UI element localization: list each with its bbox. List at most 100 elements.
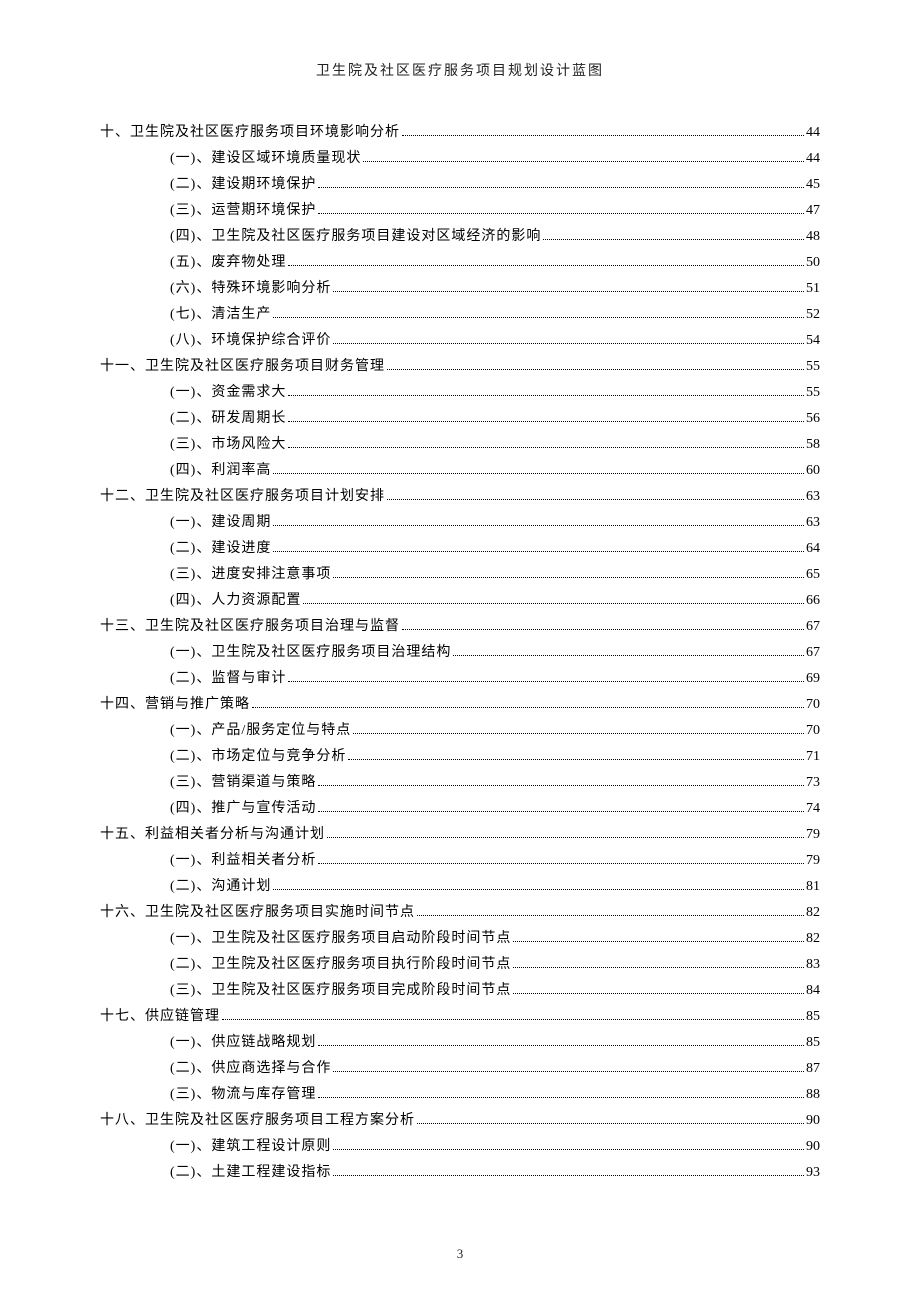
toc-leader-dots (333, 569, 804, 578)
toc-page-number: 63 (806, 516, 820, 530)
toc-entry: (三)、市场风险大 58 (100, 432, 820, 458)
toc-page-number: 90 (806, 1114, 820, 1128)
toc-entry: (一)、利益相关者分析79 (100, 848, 820, 874)
toc-leader-dots (273, 465, 804, 474)
toc-label: (一)、建设区域环境质量现状 (170, 152, 361, 166)
toc-leader-dots (387, 491, 804, 500)
toc-label: (三)、进度安排注意事项 (170, 568, 331, 582)
toc-entry: (二)、沟通计划81 (100, 874, 820, 900)
toc-entry: (六)、特殊环境影响分析51 (100, 276, 820, 302)
toc-leader-dots (252, 699, 804, 708)
toc-entry: (三)、营销渠道与策略73 (100, 770, 820, 796)
toc-leader-dots (318, 803, 804, 812)
toc-label: (三)、卫生院及社区医疗服务项目完成阶段时间节点 (170, 984, 511, 998)
toc-page-number: 58 (806, 438, 820, 452)
toc-entry: (五)、废弃物处理50 (100, 250, 820, 276)
toc-leader-dots (348, 751, 804, 760)
toc-page-number: 87 (806, 1062, 820, 1076)
toc-label: (三)、物流与库存管理 (170, 1088, 316, 1102)
toc-page-number: 85 (806, 1010, 820, 1024)
toc-entry: (一)、建设周期 63 (100, 510, 820, 536)
toc-label: (一)、产品/服务定位与特点 (170, 724, 351, 738)
toc-entry: (一)、产品/服务定位与特点 70 (100, 718, 820, 744)
toc-label: 十八、卫生院及社区医疗服务项目工程方案分析 (100, 1114, 415, 1128)
toc-leader-dots (273, 543, 804, 552)
toc-label: 十七、供应链管理 (100, 1010, 220, 1024)
toc-page-number: 55 (806, 360, 820, 374)
toc-label: 十五、利益相关者分析与沟通计划 (100, 828, 325, 842)
toc-leader-dots (273, 517, 804, 526)
toc-entry: 十一、卫生院及社区医疗服务项目财务管理 55 (100, 354, 820, 380)
toc-page-number: 44 (806, 152, 820, 166)
toc-label: (二)、研发周期长 (170, 412, 286, 426)
toc-page-number: 88 (806, 1088, 820, 1102)
toc-label: 十一、卫生院及社区医疗服务项目财务管理 (100, 360, 385, 374)
toc-entry: (二)、卫生院及社区医疗服务项目执行阶段时间节点83 (100, 952, 820, 978)
page-number: 3 (0, 1246, 920, 1262)
toc-page-number: 85 (806, 1036, 820, 1050)
toc-leader-dots (273, 309, 804, 318)
toc-leader-dots (402, 127, 804, 136)
toc-page-number: 48 (806, 230, 820, 244)
toc-leader-dots (288, 387, 804, 396)
toc-page-number: 81 (806, 880, 820, 894)
toc-leader-dots (222, 1011, 804, 1020)
toc-entry: (三)、卫生院及社区医疗服务项目完成阶段时间节点84 (100, 978, 820, 1004)
toc-label: (三)、运营期环境保护 (170, 204, 316, 218)
toc-entry: 十三、卫生院及社区医疗服务项目治理与监督 67 (100, 614, 820, 640)
toc-leader-dots (333, 1167, 804, 1176)
toc-leader-dots (288, 257, 804, 266)
toc-entry: (二)、市场定位与竞争分析71 (100, 744, 820, 770)
toc-page-number: 54 (806, 334, 820, 348)
toc-label: (八)、环境保护综合评价 (170, 334, 331, 348)
toc-entry: (四)、人力资源配置66 (100, 588, 820, 614)
toc-page-number: 47 (806, 204, 820, 218)
toc-page-number: 69 (806, 672, 820, 686)
toc-leader-dots (333, 283, 804, 292)
toc-label: (二)、土建工程建设指标 (170, 1166, 331, 1180)
toc-leader-dots (543, 231, 804, 240)
toc-label: (四)、卫生院及社区医疗服务项目建设对区域经济的影响 (170, 230, 541, 244)
toc-label: (七)、清洁生产 (170, 308, 271, 322)
toc-page-number: 56 (806, 412, 820, 426)
toc-label: 十三、卫生院及社区医疗服务项目治理与监督 (100, 620, 400, 634)
toc-page-number: 70 (806, 724, 820, 738)
toc-label: (一)、供应链战略规划 (170, 1036, 316, 1050)
toc-leader-dots (453, 647, 804, 656)
toc-entry: (二)、研发周期长 56 (100, 406, 820, 432)
toc-page-number: 65 (806, 568, 820, 582)
toc-page-number: 66 (806, 594, 820, 608)
toc-entry: (八)、环境保护综合评价 54 (100, 328, 820, 354)
toc-page-number: 64 (806, 542, 820, 556)
toc-entry: 十八、卫生院及社区医疗服务项目工程方案分析 90 (100, 1108, 820, 1134)
toc-leader-dots (333, 1063, 804, 1072)
toc-page-number: 60 (806, 464, 820, 478)
toc-leader-dots (288, 439, 804, 448)
toc-page-number: 67 (806, 620, 820, 634)
toc-page-number: 67 (806, 646, 820, 660)
toc-label: (三)、市场风险大 (170, 438, 286, 452)
toc-label: (一)、建设周期 (170, 516, 271, 530)
toc-leader-dots (417, 1115, 804, 1124)
toc-entry: (三)、运营期环境保护 47 (100, 198, 820, 224)
toc-page-number: 79 (806, 854, 820, 868)
toc-entry: (一)、建设区域环境质量现状 44 (100, 146, 820, 172)
toc-page-number: 51 (806, 282, 820, 296)
toc-entry: (一)、资金需求大55 (100, 380, 820, 406)
toc-leader-dots (417, 907, 804, 916)
toc-leader-dots (288, 413, 804, 422)
toc-label: 十四、营销与推广策略 (100, 698, 250, 712)
toc-page-number: 74 (806, 802, 820, 816)
toc-leader-dots (513, 959, 804, 968)
toc-leader-dots (363, 153, 804, 162)
toc-label: 十六、卫生院及社区医疗服务项目实施时间节点 (100, 906, 415, 920)
toc-entry: 十六、卫生院及社区医疗服务项目实施时间节点82 (100, 900, 820, 926)
toc-entry: (四)、推广与宣传活动74 (100, 796, 820, 822)
toc-entry: (四)、利润率高60 (100, 458, 820, 484)
toc-entry: 十、卫生院及社区医疗服务项目环境影响分析44 (100, 120, 820, 146)
toc-leader-dots (288, 673, 804, 682)
toc-page-number: 63 (806, 490, 820, 504)
toc-label: (一)、建筑工程设计原则 (170, 1140, 331, 1154)
toc-page-number: 90 (806, 1140, 820, 1154)
toc-entry: (一)、供应链战略规划 85 (100, 1030, 820, 1056)
